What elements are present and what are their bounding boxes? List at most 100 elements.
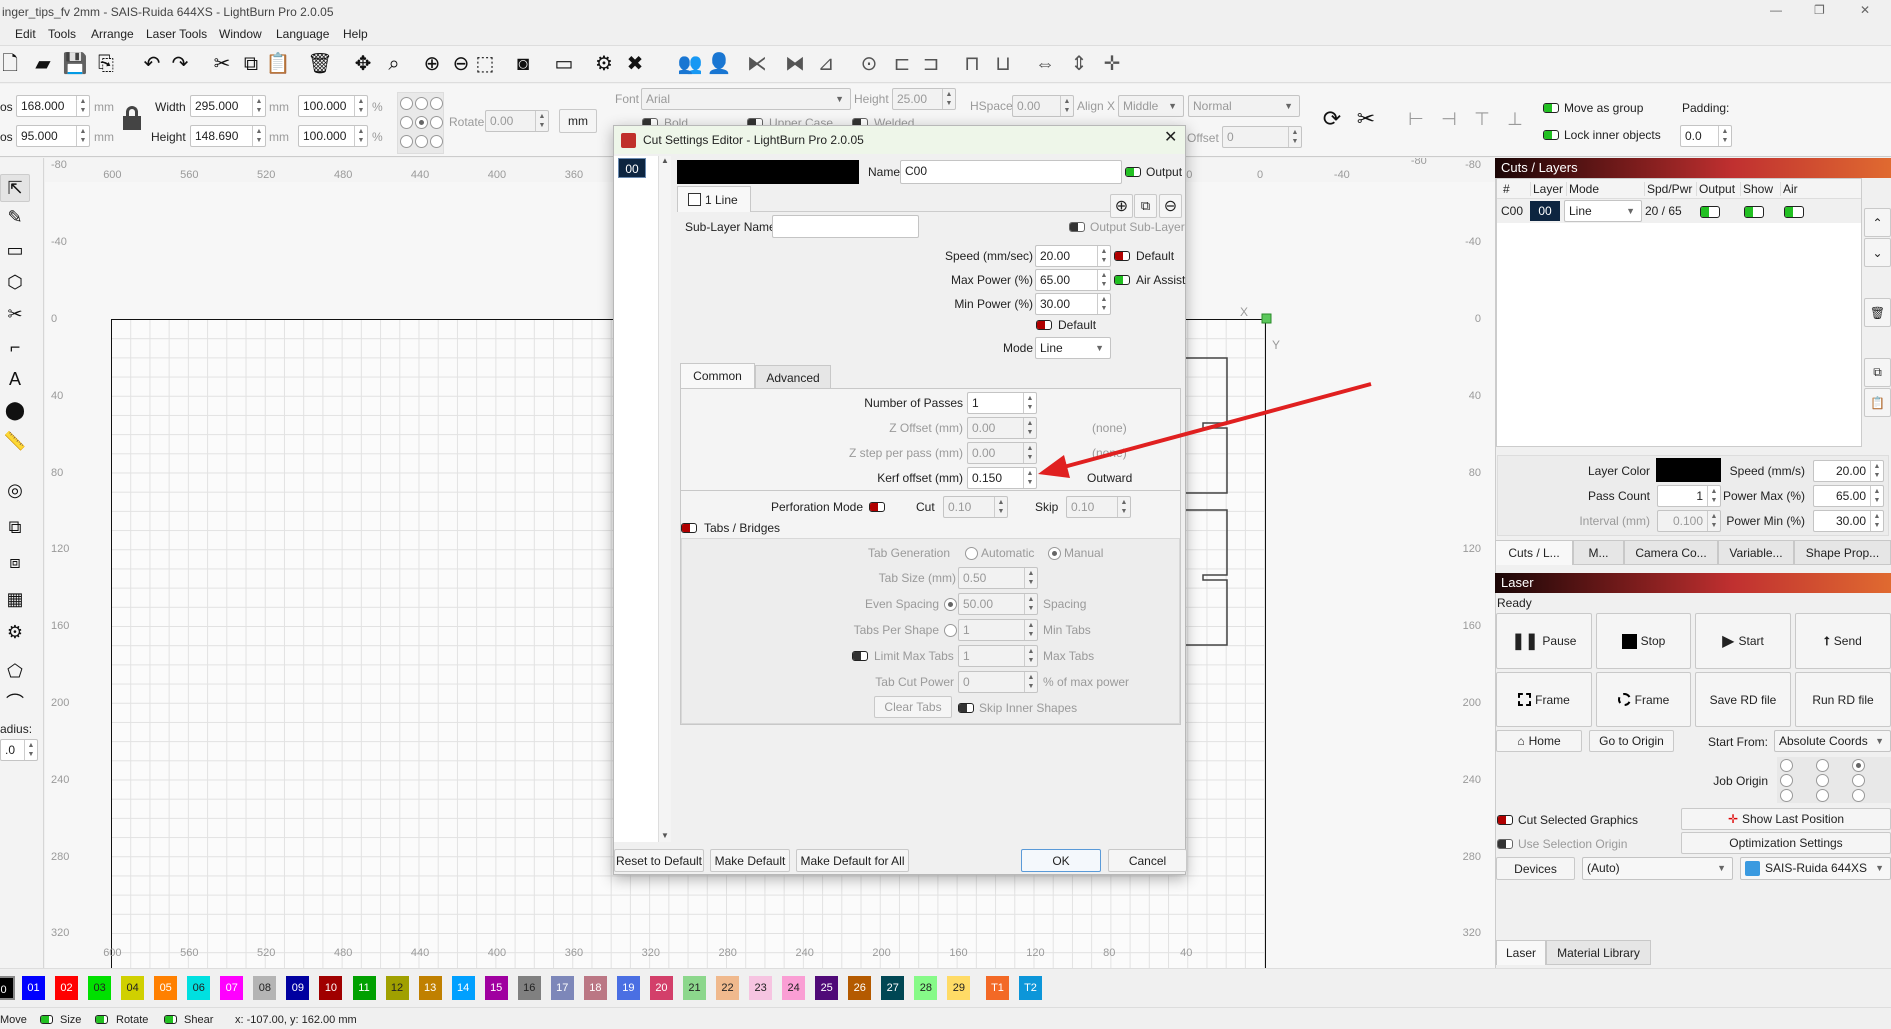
spin-arrows[interactable]: ▲ ▼ bbox=[942, 89, 955, 109]
spin-arrows[interactable]: ▲ ▼ bbox=[76, 96, 89, 116]
column-header-show[interactable]: Show bbox=[1740, 182, 1780, 196]
zoom-in-icon[interactable]: ⊕ bbox=[418, 51, 446, 77]
rotate-refresh-icon[interactable]: ⟳ bbox=[1318, 106, 1346, 132]
palette-swatch-17[interactable]: 17 bbox=[550, 976, 574, 1000]
fillet-icon[interactable]: ⌒ bbox=[0, 690, 30, 716]
align-top-page-icon[interactable]: ⊤ bbox=[1468, 106, 1496, 132]
clear-tabs-button[interactable]: Clear Tabs bbox=[874, 696, 952, 718]
print-and-cut-icon[interactable]: ✂ bbox=[1352, 106, 1380, 132]
limit-max-tabs-toggle[interactable] bbox=[852, 651, 868, 661]
offset-input[interactable]: 0 ▲ ▼ bbox=[1222, 126, 1302, 148]
palette-swatch-23[interactable]: 23 bbox=[749, 976, 773, 1000]
tab-advanced[interactable]: Advanced bbox=[755, 365, 831, 389]
restore-button[interactable]: ❐ bbox=[1814, 3, 1825, 17]
tab-variable[interactable]: Variable... bbox=[1718, 540, 1794, 565]
layer-list[interactable]: 00 ▲ ▼ bbox=[614, 156, 671, 842]
cut-selected-toggle[interactable] bbox=[1497, 815, 1513, 825]
palette-swatch-T1[interactable]: T1 bbox=[986, 976, 1009, 1000]
spin-arrows[interactable]: ▲ ▼ bbox=[1024, 646, 1037, 666]
spin-arrows[interactable]: ▲ ▼ bbox=[1097, 294, 1110, 314]
passes-input[interactable]: 1 ▲ ▼ bbox=[967, 392, 1037, 414]
tab-shape-prop[interactable]: Shape Prop... bbox=[1794, 540, 1891, 565]
home-button[interactable]: ⌂ Home bbox=[1496, 730, 1582, 752]
start-button[interactable]: ▶ Start bbox=[1695, 613, 1791, 669]
palette-swatch-05[interactable]: 05 bbox=[154, 976, 178, 1000]
palette-swatch-21[interactable]: 21 bbox=[683, 976, 706, 1000]
automatic-radio[interactable] bbox=[965, 547, 978, 560]
lock-aspect-icon[interactable] bbox=[123, 106, 141, 130]
circular-array-icon[interactable]: ⚙ bbox=[0, 619, 30, 645]
layer-color-swatch[interactable] bbox=[677, 160, 859, 184]
offset-icon[interactable]: ◎ bbox=[0, 477, 30, 503]
spin-arrows[interactable]: ▲ ▼ bbox=[1718, 126, 1731, 146]
spin-arrows[interactable]: ▲ ▼ bbox=[1060, 96, 1073, 116]
palette-swatch-25[interactable]: 25 bbox=[815, 976, 839, 1000]
spin-arrows[interactable]: ▲ ▼ bbox=[1024, 568, 1037, 588]
menu-laser-tools[interactable]: Laser Tools bbox=[146, 27, 207, 41]
palette-swatch-11[interactable]: 11 bbox=[352, 976, 376, 1000]
distribute-v-icon[interactable]: ⇕ bbox=[1065, 51, 1093, 77]
even-spacing-radio[interactable] bbox=[944, 598, 957, 611]
cuts-table[interactable]: # Layer Mode Spd/Pwr Output Show Air C00 00 Line… bbox=[1496, 178, 1862, 447]
pen-tool-icon[interactable]: ✎ bbox=[0, 204, 30, 230]
make-default-for-all-button[interactable]: Make Default for All bbox=[796, 849, 909, 872]
spin-arrows[interactable]: ▲ ▼ bbox=[1023, 468, 1036, 488]
layer-speed-input[interactable]: 20.00 ▲ ▼ bbox=[1813, 460, 1884, 482]
job-origin-radio[interactable] bbox=[1852, 774, 1865, 787]
palette-swatch-28[interactable]: 28 bbox=[914, 976, 938, 1000]
spin-arrows[interactable]: ▲ ▼ bbox=[1870, 486, 1883, 506]
spin-arrows[interactable]: ▲ ▼ bbox=[1117, 497, 1130, 517]
save-icon[interactable]: 💾 bbox=[61, 51, 89, 77]
alignx-select[interactable]: Middle ▼ bbox=[1118, 95, 1184, 117]
job-origin-radio[interactable] bbox=[1816, 759, 1829, 772]
text-height-input[interactable]: 25.00 ▲ ▼ bbox=[892, 88, 956, 110]
power-min-input[interactable]: 30.00 ▲ ▼ bbox=[1813, 510, 1884, 532]
select-tool-icon[interactable]: ⇱ bbox=[0, 174, 30, 202]
height-pct-input[interactable]: 100.000 ▲ ▼ bbox=[298, 125, 368, 147]
transform-origin-radio[interactable] bbox=[400, 135, 413, 148]
menu-arrange[interactable]: Arrange bbox=[91, 27, 134, 41]
layer-chip[interactable]: 00 bbox=[618, 158, 646, 178]
ungroup-icon[interactable]: 👤 bbox=[705, 51, 733, 77]
paste-layer-button[interactable]: 📋 bbox=[1864, 388, 1891, 417]
spin-arrows[interactable]: ▲ ▼ bbox=[1870, 511, 1883, 531]
job-origin-radio[interactable] bbox=[1852, 759, 1865, 772]
remove-sublayer-button[interactable]: ⊖ bbox=[1159, 194, 1182, 218]
tab-common[interactable]: Common bbox=[680, 363, 755, 389]
column-header-mode[interactable]: Mode bbox=[1566, 182, 1644, 196]
palette-swatch-16[interactable]: 16 bbox=[517, 976, 541, 1000]
spin-arrows[interactable]: ▲ ▼ bbox=[1024, 672, 1037, 692]
device-select[interactable]: SAIS-Ruida 644XS ▼ bbox=[1740, 857, 1891, 880]
monitor-icon[interactable]: ▭ bbox=[550, 51, 578, 77]
palette-swatch-18[interactable]: 18 bbox=[583, 976, 607, 1000]
optimization-settings-button[interactable]: Optimization Settings bbox=[1681, 832, 1891, 854]
rotate-input[interactable]: 0.00 ▲ ▼ bbox=[485, 110, 549, 132]
sublayer-checkbox[interactable] bbox=[688, 193, 701, 206]
transform-origin-radio[interactable] bbox=[430, 135, 443, 148]
align-right-icon[interactable]: ⊐ bbox=[917, 51, 945, 77]
palette-swatch-24[interactable]: 24 bbox=[782, 976, 806, 1000]
hspace-input[interactable]: 0.00 ▲ ▼ bbox=[1012, 95, 1074, 117]
rectangle-tool-icon[interactable]: ▭ bbox=[0, 237, 30, 263]
show-last-position-button[interactable]: ✛ Show Last Position bbox=[1681, 808, 1891, 830]
distribute-h-icon[interactable]: ⇔ bbox=[1031, 51, 1059, 77]
rotate-toggle[interactable] bbox=[95, 1015, 108, 1024]
copy-sublayer-button[interactable]: ⧉ bbox=[1134, 194, 1157, 218]
font-select[interactable]: Arial ▼ bbox=[641, 88, 851, 110]
job-origin-radio[interactable] bbox=[1816, 789, 1829, 802]
spin-arrows[interactable]: ▲ ▼ bbox=[1097, 246, 1110, 266]
move-icon[interactable]: ✥ bbox=[349, 51, 377, 77]
palette-swatch-19[interactable]: 19 bbox=[616, 976, 640, 1000]
spin-arrows[interactable]: ▲ ▼ bbox=[1288, 127, 1301, 147]
cancel-button[interactable]: Cancel bbox=[1108, 849, 1187, 872]
palette-swatch-08[interactable]: 08 bbox=[253, 976, 277, 1000]
name-input[interactable]: C00 bbox=[900, 160, 1122, 184]
add-sublayer-button[interactable]: ⊕ bbox=[1110, 194, 1133, 218]
move-to-center-icon[interactable]: ✛ bbox=[1098, 51, 1126, 77]
spin-arrows[interactable]: ▲ ▼ bbox=[1097, 270, 1110, 290]
run-rd-button[interactable]: Run RD file bbox=[1795, 672, 1891, 727]
make-default-button[interactable]: Make Default bbox=[710, 849, 790, 872]
menu-help[interactable]: Help bbox=[343, 27, 368, 41]
output-sublayer-toggle[interactable] bbox=[1069, 222, 1085, 232]
palette-swatch-T2[interactable]: T2 bbox=[1019, 976, 1042, 1000]
